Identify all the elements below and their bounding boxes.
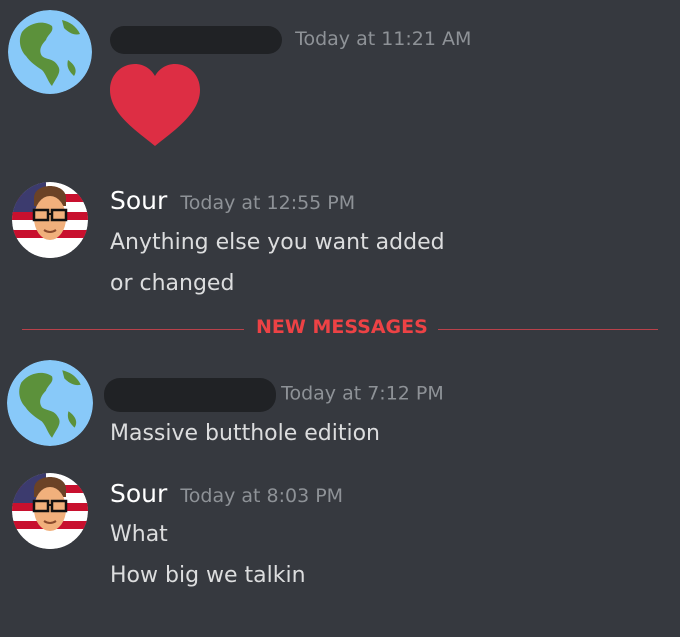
timestamp: Today at 12:55 PM — [180, 192, 356, 214]
message-text-line: How big we talkin — [110, 563, 306, 588]
new-messages-divider: NEW MESSAGES — [22, 316, 658, 344]
globe-icon — [8, 10, 92, 94]
username[interactable]: Sour — [110, 186, 167, 215]
message-header: Today at 7:12 PM — [104, 378, 444, 412]
username[interactable]: Sour — [110, 479, 167, 508]
redacted-username — [104, 378, 276, 412]
avatar-globe[interactable] — [7, 360, 93, 446]
avatar-globe[interactable] — [8, 10, 92, 94]
timestamp: Today at 8:03 PM — [180, 485, 344, 507]
new-messages-label: NEW MESSAGES — [256, 316, 428, 338]
divider-line-right — [438, 329, 658, 330]
message-text-line: What — [110, 522, 168, 547]
avatar-sour[interactable] — [12, 473, 88, 549]
cartoon-man-icon — [12, 182, 88, 258]
divider-line-left — [22, 329, 244, 330]
message-header: Today at 11:21 AM — [110, 26, 471, 60]
message-text-line: Massive butthole edition — [110, 421, 381, 446]
message-header: Sour Today at 12:55 PM — [110, 186, 355, 220]
globe-icon — [7, 360, 93, 446]
redacted-username — [110, 26, 282, 54]
message-text-line: Anything else you want added — [110, 230, 445, 255]
reaction-emoji — [108, 64, 202, 152]
cartoon-man-icon — [12, 473, 88, 549]
message-text-line: or changed — [110, 271, 235, 296]
avatar-sour[interactable] — [12, 182, 88, 258]
timestamp: Today at 11:21 AM — [295, 27, 472, 50]
heart-icon — [110, 64, 200, 146]
timestamp: Today at 7:12 PM — [281, 382, 444, 405]
message-header: Sour Today at 8:03 PM — [110, 479, 343, 513]
